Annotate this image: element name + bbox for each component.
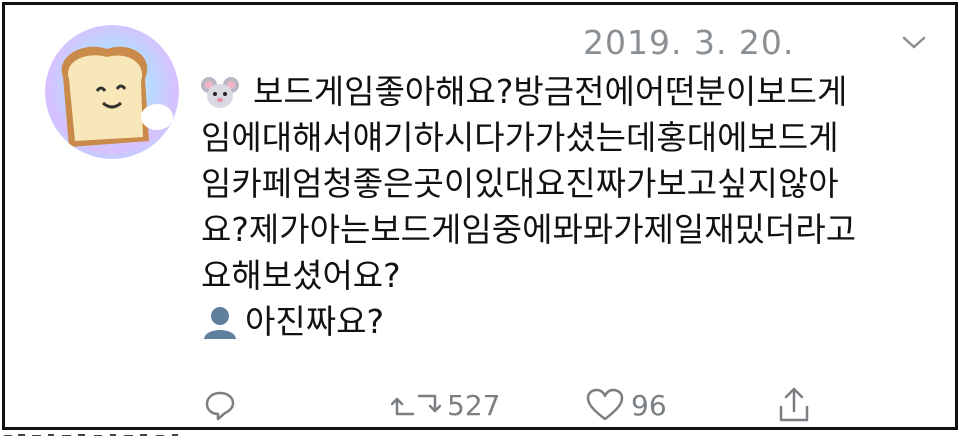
tweet-line: 보드게임좋아해요?방금전에어떤분이보드게 <box>201 69 941 115</box>
mouse-face-emoji <box>201 75 239 109</box>
cropped-text-fragment <box>0 427 210 436</box>
tweet-reply-text: 아진짜요? <box>245 302 384 341</box>
avatar[interactable] <box>45 25 179 159</box>
tweet-reply-line: 아진짜요? <box>201 299 941 345</box>
tweet-text-line: 임카페엄청좋은곳이있대요진짜가보고싶지않아 <box>201 164 839 203</box>
retweet-count: 527 <box>447 388 501 422</box>
bust-silhouette-emoji <box>201 305 239 339</box>
retweet-icon <box>391 394 441 416</box>
like-count: 96 <box>631 388 667 422</box>
toast-avatar-icon <box>45 25 179 159</box>
tweet-text-line: 요?제가아는보드게임중에뫄뫄가제일재밌더라고 <box>201 210 857 249</box>
like-button[interactable]: 96 <box>585 385 667 425</box>
heart-icon <box>586 388 624 421</box>
tweet-card: 2019. 3. 20. 보드게임좋아해요?방금전에어떤분이보드게 임에대해서얘… <box>2 2 958 430</box>
tweet-text-line: 요해보셨어요? <box>201 256 401 295</box>
chevron-down-icon[interactable] <box>901 35 927 51</box>
tweet-actions: 527 96 <box>5 385 955 425</box>
retweet-button[interactable]: 527 <box>391 385 500 425</box>
share-button[interactable] <box>777 385 811 425</box>
tweet-body: 보드게임좋아해요?방금전에어떤분이보드게 임에대해서얘기하시다가가셨는데홍대에보… <box>201 69 941 345</box>
reply-button[interactable] <box>203 385 237 425</box>
tweet-text-line: 보드게임좋아해요?방금전에어떤분이보드게 <box>253 72 848 111</box>
reply-icon <box>205 391 235 421</box>
tweet-date: 2019. 3. 20. <box>583 23 795 62</box>
tweet-text-line: 임에대해서얘기하시다가가셨는데홍대에보드게 <box>201 118 839 157</box>
share-icon <box>779 387 809 422</box>
